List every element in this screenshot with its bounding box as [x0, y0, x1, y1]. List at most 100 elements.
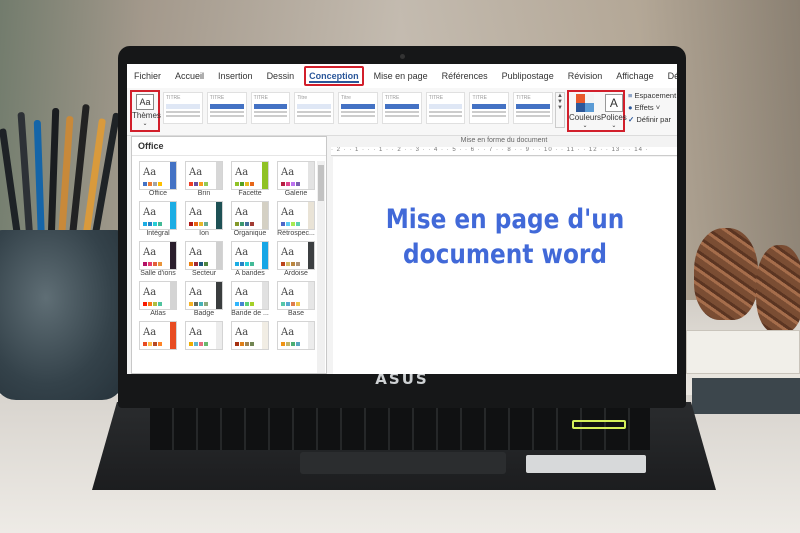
style-set-gallery: TITRE TITRE TITRE Titre Titre TITRE TITRE TITRE…	[163, 92, 554, 130]
style-set-preview	[384, 111, 419, 113]
theme-option[interactable]: Aa Intégral	[136, 201, 180, 237]
theme-sample-text: Aa	[235, 207, 249, 218]
set-default-label: Définir par	[636, 115, 671, 124]
tab-fichier[interactable]: Fichier	[127, 64, 168, 88]
theme-thumbnail: Aa	[185, 201, 223, 230]
laptop-sticker	[526, 455, 646, 473]
tab-r-f-rences[interactable]: Références	[435, 64, 495, 88]
fonts-button[interactable]: A Polices ⌄	[601, 92, 627, 130]
style-set-item[interactable]: TITRE	[381, 92, 422, 124]
tab-dessin[interactable]: Dessin	[260, 64, 302, 88]
theme-option[interactable]: Aa Secteur	[182, 241, 226, 277]
theme-option[interactable]: Aa À bandes	[228, 241, 272, 277]
style-set-preview	[253, 115, 288, 117]
ruler-caption: Mise en forme du document	[460, 137, 548, 144]
theme-thumbnail: Aa	[277, 241, 315, 270]
ribbon-tabs: Fichier Accueil Insertion Dessin Conception M…	[127, 64, 677, 88]
themes-scrollbar[interactable]	[317, 161, 325, 373]
style-set-item[interactable]: Titre	[338, 92, 378, 124]
theme-color-bars	[281, 342, 300, 346]
theme-thumbnail: Aa	[139, 201, 177, 230]
style-set-title: TITRE	[516, 95, 531, 101]
theme-sample-text: Aa	[281, 167, 295, 178]
theme-option[interactable]: Aa Organique	[228, 201, 272, 237]
tab-label: Mise en page	[373, 71, 428, 81]
style-set-item[interactable]: TITRE	[425, 92, 466, 124]
style-set-item[interactable]: TITRE	[469, 92, 510, 124]
theme-option[interactable]: Aa Rétrospec...	[274, 201, 318, 237]
spacing-icon: ≡	[628, 91, 633, 100]
theme-thumbnail: Aa	[139, 281, 177, 310]
theme-option[interactable]: Aa Base	[274, 281, 318, 317]
style-set-preview	[472, 111, 507, 113]
theme-option[interactable]: Aa	[136, 321, 180, 350]
theme-option[interactable]: Aa Ion	[182, 201, 226, 237]
themes-button[interactable]: Aa Thèmes ⌄	[130, 90, 161, 132]
set-default-button[interactable]: ✓ Définir par	[628, 114, 677, 126]
gallery-more-button[interactable]: ▲ ▼ ▼	[555, 92, 565, 128]
theme-option[interactable]: Aa Salle d'ions	[136, 241, 180, 277]
theme-color-bars	[281, 222, 300, 226]
themes-section-heading: Office	[132, 137, 326, 156]
theme-color-bars	[189, 342, 208, 346]
theme-option[interactable]: Aa Badge	[182, 281, 226, 317]
horizontal-ruler: · 2 · · 1 · · · 1 · · 2 · · 3 · · 4 · · …	[331, 147, 677, 156]
tab-d-veloppeur[interactable]: Développeur	[661, 64, 677, 88]
tab-accueil[interactable]: Accueil	[168, 64, 211, 88]
style-set-preview	[516, 111, 551, 113]
style-set-item[interactable]: TITRE	[250, 92, 291, 124]
theme-color-bars	[235, 262, 254, 266]
theme-option[interactable]: Aa Ardoise	[274, 241, 318, 277]
theme-option[interactable]: Aa Brin	[182, 161, 226, 197]
style-set-item[interactable]: TITRE	[206, 92, 247, 124]
theme-option[interactable]: Aa Office	[136, 161, 180, 197]
theme-accent	[262, 322, 268, 349]
style-set-item[interactable]: TITRE	[163, 92, 203, 124]
tab-r-vision[interactable]: Révision	[561, 64, 610, 88]
theme-color-bars	[281, 302, 300, 306]
theme-sample-text: Aa	[235, 327, 249, 338]
tab-affichage[interactable]: Affichage	[609, 64, 660, 88]
theme-option[interactable]: Aa Bande de ...	[228, 281, 272, 317]
theme-option[interactable]: Aa	[182, 321, 226, 350]
theme-accent	[308, 242, 314, 269]
theme-name: Facette	[238, 190, 262, 197]
theme-name: Bande de ...	[231, 310, 269, 317]
themes-icon: Aa	[136, 94, 154, 110]
theme-accent	[308, 202, 314, 229]
effects-button[interactable]: ● Effets ˅	[628, 102, 677, 114]
theme-option[interactable]: Aa	[274, 321, 318, 350]
theme-option[interactable]: Aa Galerie	[274, 161, 318, 197]
spacing-button[interactable]: ≡ Espacement	[628, 90, 677, 102]
theme-thumbnail: Aa	[231, 161, 269, 190]
theme-color-bars	[143, 182, 162, 186]
style-set-item[interactable]: TITRE	[513, 92, 554, 124]
style-set-preview	[209, 115, 244, 117]
theme-option[interactable]: Aa Atlas	[136, 281, 180, 317]
colors-button[interactable]: Couleurs ⌄	[569, 92, 601, 130]
tab-label: Références	[441, 71, 488, 81]
style-set-preview	[472, 104, 507, 109]
theme-accent	[308, 322, 314, 349]
scrollbar-thumb[interactable]	[318, 165, 324, 201]
tab-label: Développeur	[667, 71, 677, 81]
theme-sample-text: Aa	[143, 167, 157, 178]
document-title: Mise en page d'un document word	[357, 202, 653, 272]
tab-label: Conception	[309, 71, 359, 83]
style-set-preview	[472, 115, 507, 117]
tab-label: Insertion	[218, 71, 253, 81]
tab-mise-en-page[interactable]: Mise en page	[367, 64, 435, 88]
tab-insertion[interactable]: Insertion	[211, 64, 260, 88]
pencil-cup	[0, 230, 124, 400]
theme-option[interactable]: Aa Facette	[228, 161, 272, 197]
theme-thumbnail: Aa	[231, 241, 269, 270]
tab-label: Dessin	[266, 71, 295, 81]
theme-option[interactable]: Aa	[228, 321, 272, 350]
tab-conception[interactable]: Conception	[304, 66, 364, 86]
spacing-label: Espacement	[634, 91, 677, 100]
tab-publipostage[interactable]: Publipostage	[495, 64, 561, 88]
style-set-title: TITRE	[209, 95, 225, 101]
style-set-item[interactable]: Titre	[294, 92, 335, 124]
document-page[interactable]: Mise en page d'un document word	[333, 157, 677, 374]
theme-sample-text: Aa	[281, 247, 295, 258]
